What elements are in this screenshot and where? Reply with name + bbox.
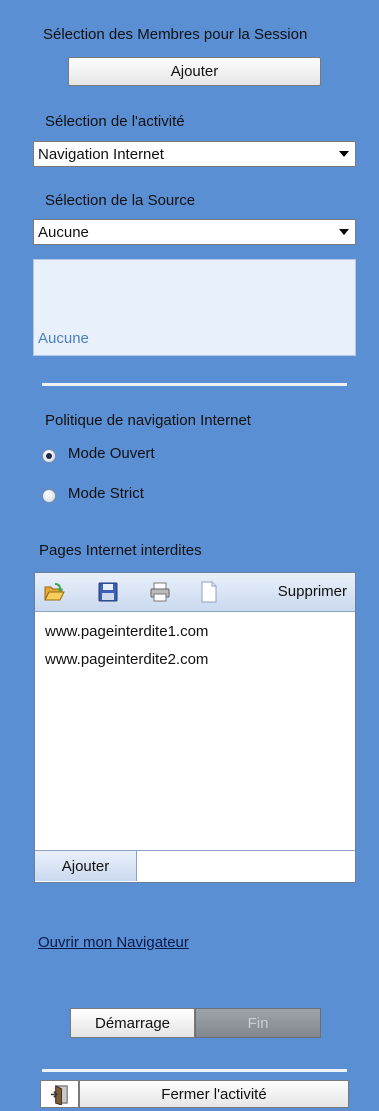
open-folder-icon[interactable] [43, 581, 65, 603]
source-label: Sélection de la Source [45, 192, 196, 209]
chevron-down-icon [339, 151, 349, 157]
new-document-icon[interactable] [198, 581, 220, 603]
start-button[interactable]: Démarrage [70, 1008, 195, 1038]
save-icon[interactable] [97, 581, 119, 603]
add-page-input[interactable] [138, 851, 355, 881]
members-label: Sélection des Membres pour la Session [43, 26, 308, 43]
source-select[interactable]: Aucune [33, 219, 356, 245]
add-members-button[interactable]: Ajouter [68, 57, 321, 86]
source-select-value: Aucune [38, 223, 89, 241]
radio-mode-ouvert-label: Mode Ouvert [68, 445, 155, 462]
activity-label: Sélection de l'activité [45, 113, 185, 130]
divider [42, 1069, 347, 1072]
radio-mode-ouvert[interactable]: Mode Ouvert [42, 445, 242, 467]
activity-select[interactable]: Navigation Internet [33, 141, 356, 167]
radio-checked-icon [42, 449, 56, 463]
close-activity-icon-button[interactable] [40, 1080, 79, 1108]
source-preview-panel: Aucune [33, 259, 356, 356]
add-page-button[interactable]: Ajouter [35, 851, 137, 881]
print-icon[interactable] [149, 581, 171, 603]
end-button[interactable]: Fin [195, 1008, 321, 1038]
radio-mode-strict-label: Mode Strict [68, 485, 144, 502]
blocked-pages-toolbar: Supprimer [35, 573, 355, 612]
policy-label: Politique de navigation Internet [45, 412, 251, 429]
radio-unchecked-icon [42, 489, 56, 503]
radio-mode-strict[interactable]: Mode Strict [42, 485, 242, 507]
chevron-down-icon [339, 229, 349, 235]
source-preview-text: Aucune [38, 330, 89, 347]
blocked-page-item[interactable]: www.pageinterdite2.com [45, 651, 208, 668]
add-page-row: Ajouter [35, 850, 355, 882]
delete-button[interactable]: Supprimer [278, 583, 347, 600]
blocked-page-item[interactable]: www.pageinterdite1.com [45, 623, 208, 640]
blocked-pages-panel: Supprimer www.pageinterdite1.com www.pag… [34, 572, 356, 883]
blocked-pages-label: Pages Internet interdites [39, 542, 202, 559]
exit-door-icon [50, 1085, 68, 1105]
close-activity-button[interactable]: Fermer l'activité [79, 1080, 349, 1108]
open-browser-link[interactable]: Ouvrir mon Navigateur [38, 934, 189, 951]
divider [42, 383, 347, 386]
activity-select-value: Navigation Internet [38, 145, 164, 163]
